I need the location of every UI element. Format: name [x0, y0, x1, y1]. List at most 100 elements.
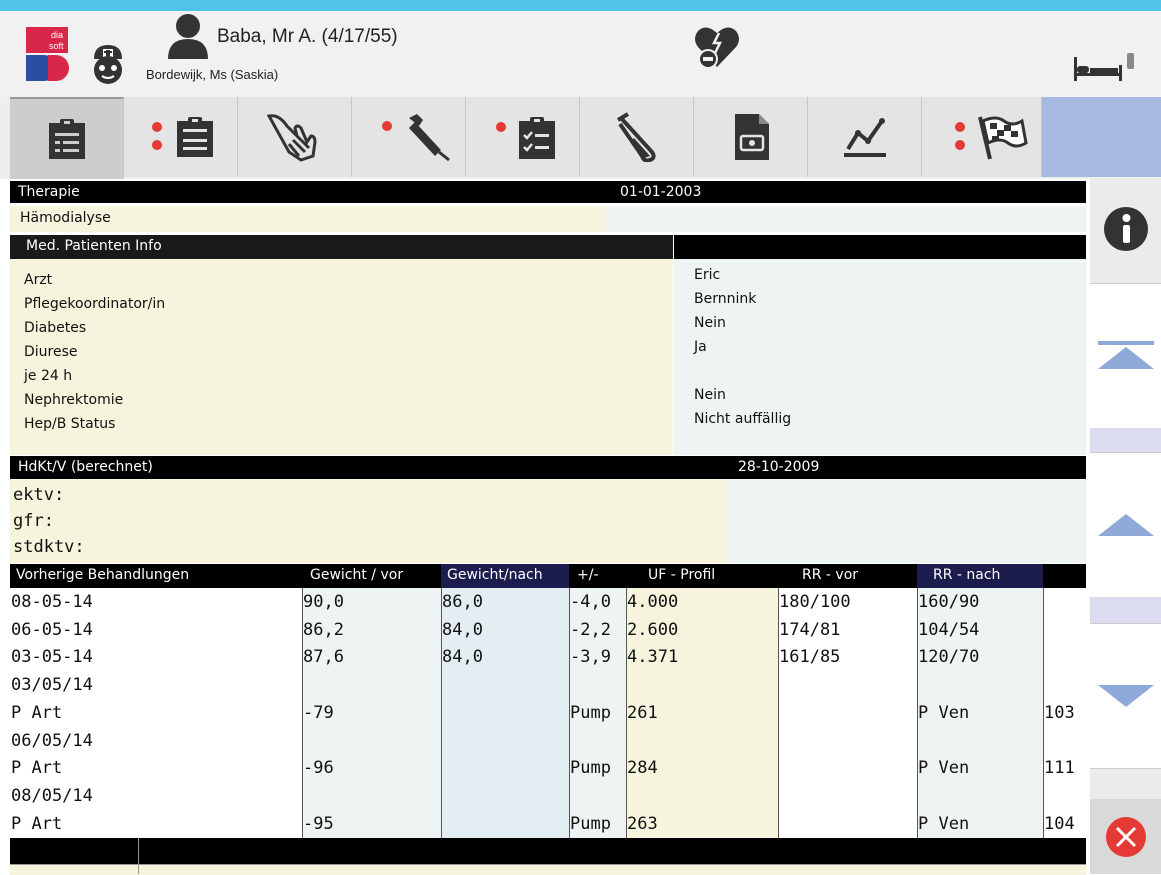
tab-lab[interactable]	[580, 97, 694, 177]
prev-cell-uf: 261	[627, 702, 658, 723]
med-info-label-pflege: Pflegekoordinator/in	[24, 296, 166, 312]
prev-cell-date: 06/05/14	[11, 730, 93, 751]
tab-hand[interactable]	[238, 97, 352, 177]
med-info-label-je24: je 24 h	[24, 368, 73, 384]
hdktv-extra	[728, 479, 1086, 563]
prev-cell-rr-vor	[778, 700, 917, 728]
therapie-value: Hämodialyse	[10, 206, 606, 232]
hand-icon	[266, 114, 317, 162]
toolbar-filler	[1042, 97, 1161, 177]
tab-checklist[interactable]	[466, 97, 580, 177]
med-info-value-diabetes: Nein	[694, 315, 726, 331]
hdktv-values: ektv: gfr: stdktv:	[10, 479, 728, 563]
info-button[interactable]	[1090, 179, 1161, 279]
prev-cell-rr-vor	[778, 728, 917, 756]
prev-cell-gewicht-vor: 86,2	[303, 619, 344, 640]
right-sidebar	[1090, 179, 1161, 874]
prev-cell-rr-nach	[917, 783, 1043, 811]
prev-cell-gewicht-nach	[441, 755, 569, 783]
prev-cell-rr-vor	[778, 811, 917, 839]
prev-cell-extra	[1043, 783, 1086, 811]
close-icon	[1105, 816, 1146, 857]
prev-cell-uf: 284	[627, 758, 658, 779]
med-info-label-nephrektomie: Nephrektomie	[24, 392, 124, 408]
prev-cell-gewicht-nach	[441, 672, 569, 700]
med-info-value-hepb: Nicht auffällig	[694, 411, 792, 427]
close-button[interactable]	[1090, 799, 1161, 874]
med-info-label-hepb: Hep/B Status	[24, 416, 116, 432]
prev-cell-uf	[626, 672, 778, 700]
tab-charts[interactable]	[808, 97, 922, 177]
allergy-heart-icon[interactable]	[692, 19, 742, 73]
hdktv-stdktv: stdktv:	[13, 537, 85, 557]
tab-clipboard[interactable]	[124, 97, 238, 177]
scroll-to-top-icon	[1097, 341, 1154, 369]
hdktv-ektv: ektv:	[13, 485, 65, 505]
tab-syringe[interactable]	[352, 97, 466, 177]
line-chart-icon	[843, 118, 886, 157]
tab-finish[interactable]	[922, 97, 1042, 177]
prev-cell-gewicht-vor: -95	[303, 813, 334, 834]
checkered-flag-icon	[954, 116, 1028, 160]
prev-cell-date: P Art	[11, 813, 63, 834]
previous-header-gewicht-vor: Gewicht / vor	[310, 567, 404, 583]
prev-cell-uf	[626, 783, 778, 811]
prev-cell-gewicht-nach: 84,0	[442, 619, 483, 640]
prev-cell-diff	[569, 783, 626, 811]
bed-icon	[1074, 53, 1134, 81]
previous-header-rr-nach: RR - nach	[917, 564, 1043, 588]
scroll-top-button[interactable]	[1090, 283, 1161, 429]
prev-cell-date: 03-05-14	[11, 647, 93, 668]
prev-cell-uf: 4.371	[627, 647, 679, 668]
prev-cell-rr-nach: 120/70	[918, 647, 980, 668]
scroll-down-button[interactable]	[1090, 623, 1161, 769]
prev-cell-rr-nach: 160/90	[918, 592, 980, 612]
prev-cell-rr-vor	[778, 755, 917, 783]
prev-cell-extra	[1043, 617, 1086, 645]
previous-header-gewicht-nach: Gewicht/nach	[441, 564, 569, 588]
tab-overview[interactable]	[10, 97, 124, 179]
med-info-values: Eric Bernnink Nein Ja Nein Nicht auffäll…	[674, 259, 1086, 455]
prev-cell-date: 06-05-14	[11, 619, 93, 640]
prev-cell-gewicht-nach	[441, 783, 569, 811]
previous-header-date: Vorherige Behandlungen	[16, 567, 190, 583]
med-info-label-diurese: Diurese	[24, 344, 78, 360]
prev-cell-diff: Pump	[570, 758, 611, 779]
prev-cell-uf: 4.000	[627, 592, 679, 612]
prev-cell-gewicht-nach	[441, 728, 569, 756]
clipboard-list-icon	[48, 119, 85, 159]
prev-cell-gewicht-vor: -96	[303, 758, 334, 779]
clipboard-check-icon	[495, 117, 555, 159]
med-info-value-diurese: Ja	[694, 339, 707, 355]
prev-cell-gewicht-nach: 86,0	[442, 592, 483, 612]
therapie-extra	[606, 206, 1086, 232]
prev-cell-diff: -4,0	[570, 592, 611, 612]
top-accent-bar	[0, 0, 1161, 11]
prev-cell-extra	[1043, 672, 1086, 700]
prev-cell-gewicht-nach	[441, 811, 569, 839]
med-info-label-diabetes: Diabetes	[24, 320, 87, 336]
scroll-up-button[interactable]	[1090, 452, 1161, 598]
prev-cell-extra: 111	[1044, 758, 1075, 779]
med-info-value-pflege: Bernnink	[694, 291, 757, 307]
patient-header: dia soft Baba, Mr A. (4/17/55) Bordewijk…	[0, 11, 1161, 98]
prev-cell-diff: Pump	[570, 702, 611, 723]
med-info-label: Med. Patienten Info	[10, 235, 673, 259]
prev-cell-diff: Pump	[570, 813, 611, 834]
patient-name[interactable]: Baba, Mr A. (4/17/55)	[217, 26, 398, 48]
prev-cell-rr-vor	[778, 783, 917, 811]
tab-documents[interactable]	[694, 97, 808, 177]
prev-cell-date: P Art	[11, 702, 63, 723]
hdktv-date: 28-10-2009	[728, 456, 1086, 479]
prev-cell-gewicht-vor: 90,0	[303, 592, 344, 612]
prev-cell-diff: -2,2	[570, 619, 611, 640]
prev-cell-gewicht-vor	[302, 728, 441, 756]
sidebar-spacer	[1090, 428, 1161, 452]
prev-cell-rr-nach	[917, 728, 1043, 756]
med-info-header-right	[674, 235, 1086, 259]
prev-cell-date: 03/05/14	[11, 675, 93, 696]
status-line	[10, 864, 1086, 875]
svg-text:soft: soft	[49, 41, 64, 51]
med-info-labels: Arzt Pflegekoordinator/in Diabetes Diure…	[10, 259, 673, 455]
prev-cell-rr-nach: P Ven	[918, 702, 970, 723]
